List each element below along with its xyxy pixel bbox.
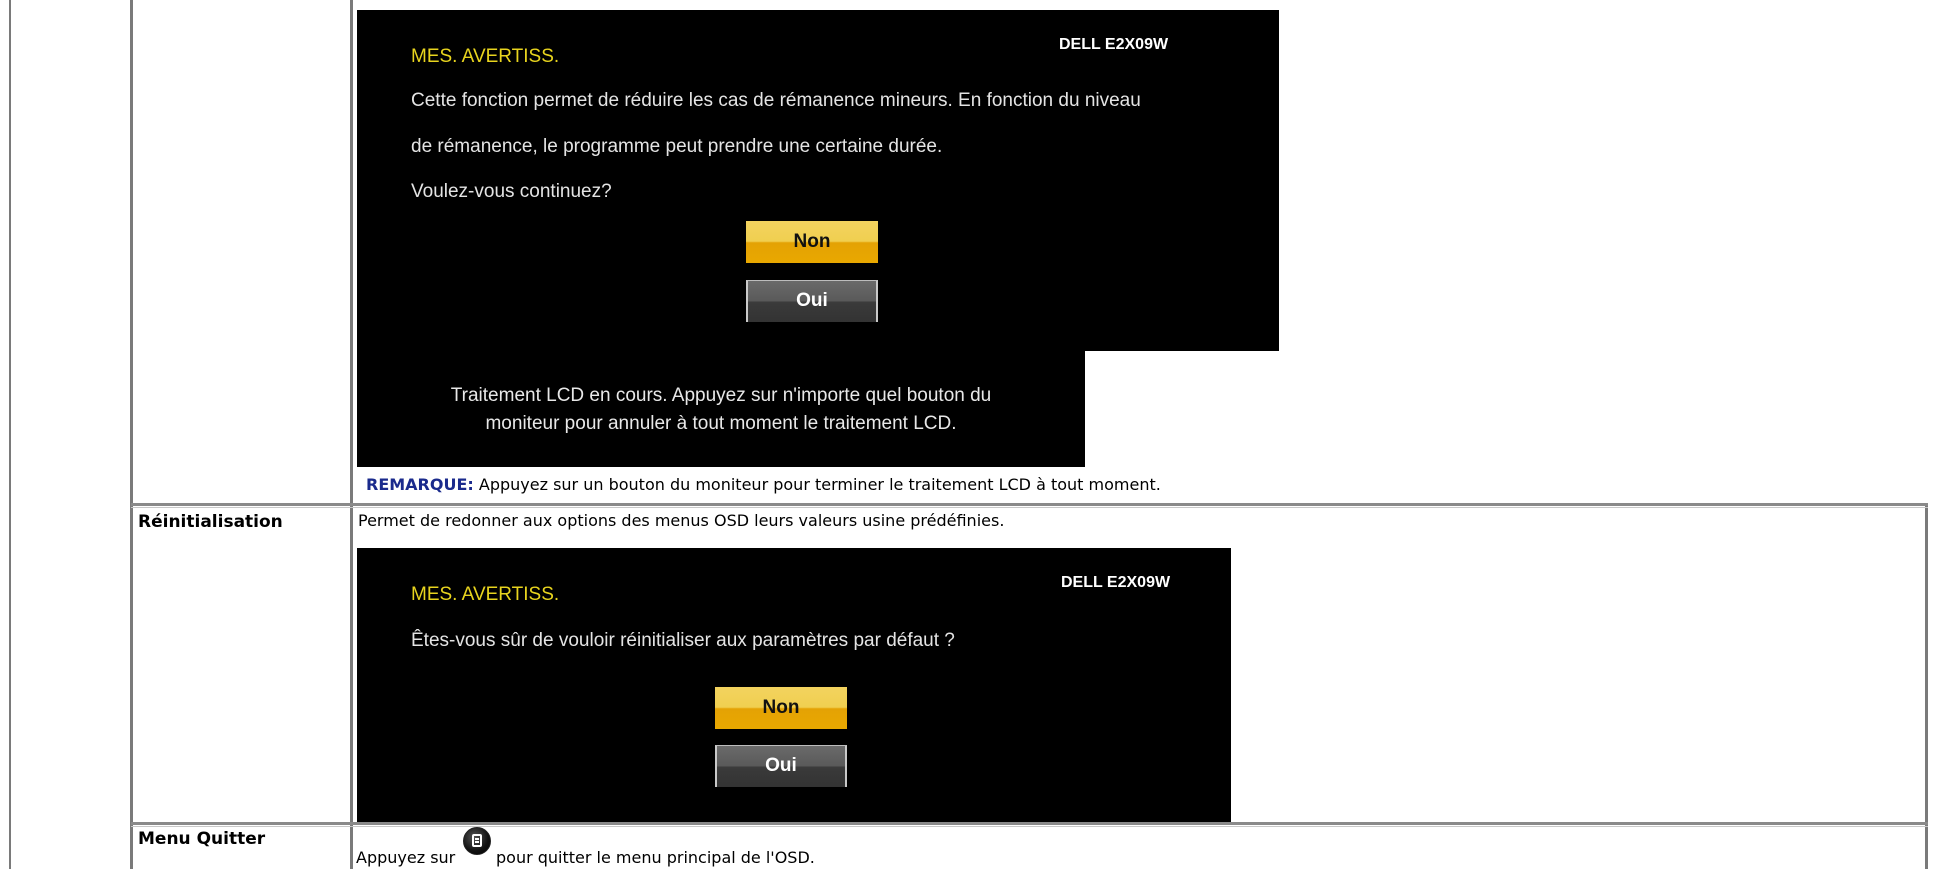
- note: REMARQUE: Appuyez sur un bouton du monit…: [366, 475, 1161, 494]
- osd-title: MES. AVERTISS.: [411, 584, 560, 605]
- menu-button-icon: [463, 827, 491, 855]
- note-label: REMARQUE:: [366, 475, 474, 494]
- lcd-progress-line2: moniteur pour annuler à tout moment le t…: [485, 413, 957, 434]
- table-border-left: [9, 0, 11, 869]
- lcd-progress-line1: Traitement LCD en cours. Appuyez sur n'i…: [450, 385, 992, 406]
- quit-text-before: Appuyez sur: [356, 848, 456, 867]
- osd-reset-question: Êtes-vous sûr de vouloir réinitialiser a…: [411, 630, 955, 651]
- osd-title: MES. AVERTISS.: [411, 46, 560, 67]
- row-divider-2: [131, 822, 1928, 825]
- table-border-col1: [130, 0, 133, 869]
- quit-row-label: Menu Quitter: [138, 829, 266, 849]
- osd-reset-warning: MES. AVERTISS. DELL E2X09W Êtes-vous sûr…: [357, 548, 1231, 822]
- table-border-col2: [350, 0, 353, 869]
- osd-message-line3: Voulez-vous continuez?: [411, 181, 612, 202]
- reset-row-label: Réinitialisation: [138, 512, 283, 532]
- oui-button[interactable]: Oui: [715, 745, 847, 787]
- row-divider-1: [131, 503, 1928, 506]
- row-divider-1b: [131, 507, 1928, 508]
- osd-lcd-warning: MES. AVERTISS. DELL E2X09W Cette fonctio…: [357, 10, 1279, 351]
- quit-row-text-after: pour quitter le menu principal de l'OSD.: [496, 848, 815, 867]
- non-button[interactable]: Non: [746, 221, 878, 263]
- non-button[interactable]: Non: [715, 687, 847, 729]
- reset-row-description: Permet de redonner aux options des menus…: [358, 511, 1005, 530]
- quit-row-text: Appuyez sur: [356, 848, 455, 867]
- osd-message-line2: de rémanence, le programme peut prendre …: [411, 136, 943, 157]
- osd-message-line1: Cette fonction permet de réduire les cas…: [411, 90, 1141, 111]
- row-divider-2b: [131, 826, 1928, 827]
- note-text: Appuyez sur un bouton du moniteur pour t…: [473, 475, 1161, 494]
- osd-brand: DELL E2X09W: [1059, 36, 1169, 53]
- table-border-right: [1925, 503, 1928, 869]
- osd-brand: DELL E2X09W: [1061, 574, 1171, 591]
- lcd-progress-message: Traitement LCD en cours. Appuyez sur n'i…: [357, 351, 1085, 467]
- oui-button[interactable]: Oui: [746, 280, 878, 322]
